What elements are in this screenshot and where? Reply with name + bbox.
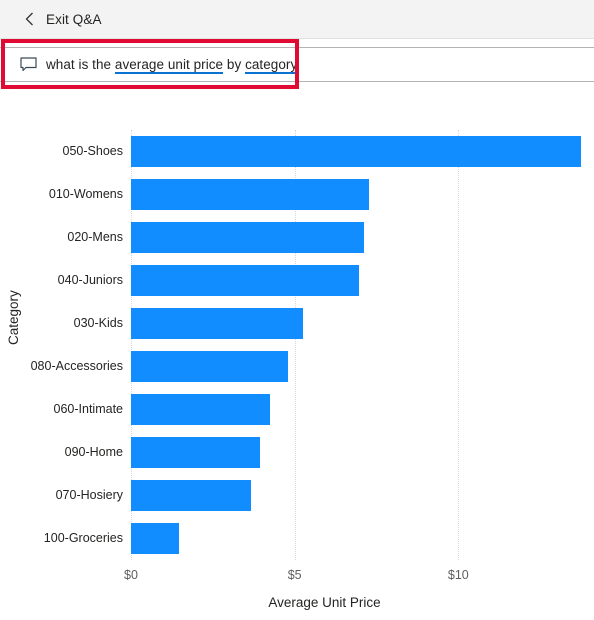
bar-030-kids[interactable]: [131, 308, 304, 339]
y-tick-020-mens: 020-Mens: [67, 230, 123, 244]
qna-question-text[interactable]: what is the average unit price by catego…: [46, 57, 298, 74]
x-tick-0: $0: [124, 568, 138, 582]
y-tick-080-accessories: 080-Accessories: [30, 359, 123, 373]
bar-010-womens[interactable]: [131, 179, 370, 210]
y-tick-060-intimate: 060-Intimate: [53, 402, 123, 416]
qna-header-bar: Exit Q&A: [0, 0, 594, 39]
y-tick-100-groceries: 100-Groceries: [43, 531, 123, 545]
bar-row: [131, 302, 586, 345]
x-axis-title: Average Unit Price: [0, 595, 594, 610]
speech-bubble-icon: [20, 57, 37, 72]
plot-area: [131, 130, 586, 560]
bar-040-juniors[interactable]: [131, 265, 360, 296]
bar-row: [131, 259, 586, 302]
bar-070-hosiery[interactable]: [131, 480, 251, 511]
x-tick-5: $5: [287, 568, 302, 582]
qna-term-category[interactable]: category: [245, 57, 298, 74]
qna-term-average-unit-price[interactable]: average unit price: [114, 57, 224, 74]
bar-090-home[interactable]: [131, 437, 260, 468]
y-tick-040-juniors: 040-Juniors: [57, 273, 123, 287]
bar-060-intimate[interactable]: [131, 394, 271, 425]
bar-row: [131, 130, 586, 173]
bar-row: [131, 474, 586, 517]
y-axis-tick-labels: 050-Shoes 010-Womens 020-Mens 040-Juniors 03…: [11, 130, 123, 560]
chevron-left-icon[interactable]: [22, 12, 36, 26]
bar-100-groceries[interactable]: [131, 523, 180, 554]
bar-row: [131, 173, 586, 216]
bar-row: [131, 216, 586, 259]
bar-row: [131, 517, 586, 560]
bar-080-accessories[interactable]: [131, 351, 289, 382]
y-tick-030-kids: 030-Kids: [73, 316, 123, 330]
y-tick-090-home: 090-Home: [64, 445, 123, 459]
qna-text-middle: by: [223, 57, 246, 72]
x-tick-10: $10: [447, 568, 469, 582]
bar-050-shoes[interactable]: [131, 136, 581, 167]
x-axis-title-text: Average Unit Price: [268, 595, 381, 610]
exit-qna-label[interactable]: Exit Q&A: [46, 12, 102, 27]
bar-row: [131, 345, 586, 388]
bar-020-mens[interactable]: [131, 222, 365, 253]
y-tick-050-shoes: 050-Shoes: [62, 144, 123, 158]
qna-text-prefix: what is the: [46, 57, 115, 72]
y-tick-010-womens: 010-Womens: [48, 187, 123, 201]
qna-result-chart: Category 050-Shoes 010-Womens 020-Mens 040-…: [0, 90, 594, 620]
y-tick-070-hosiery: 070-Hosiery: [55, 488, 123, 502]
bar-row: [131, 431, 586, 474]
qna-question-input[interactable]: what is the average unit price by catego…: [0, 47, 594, 82]
bar-row: [131, 388, 586, 431]
